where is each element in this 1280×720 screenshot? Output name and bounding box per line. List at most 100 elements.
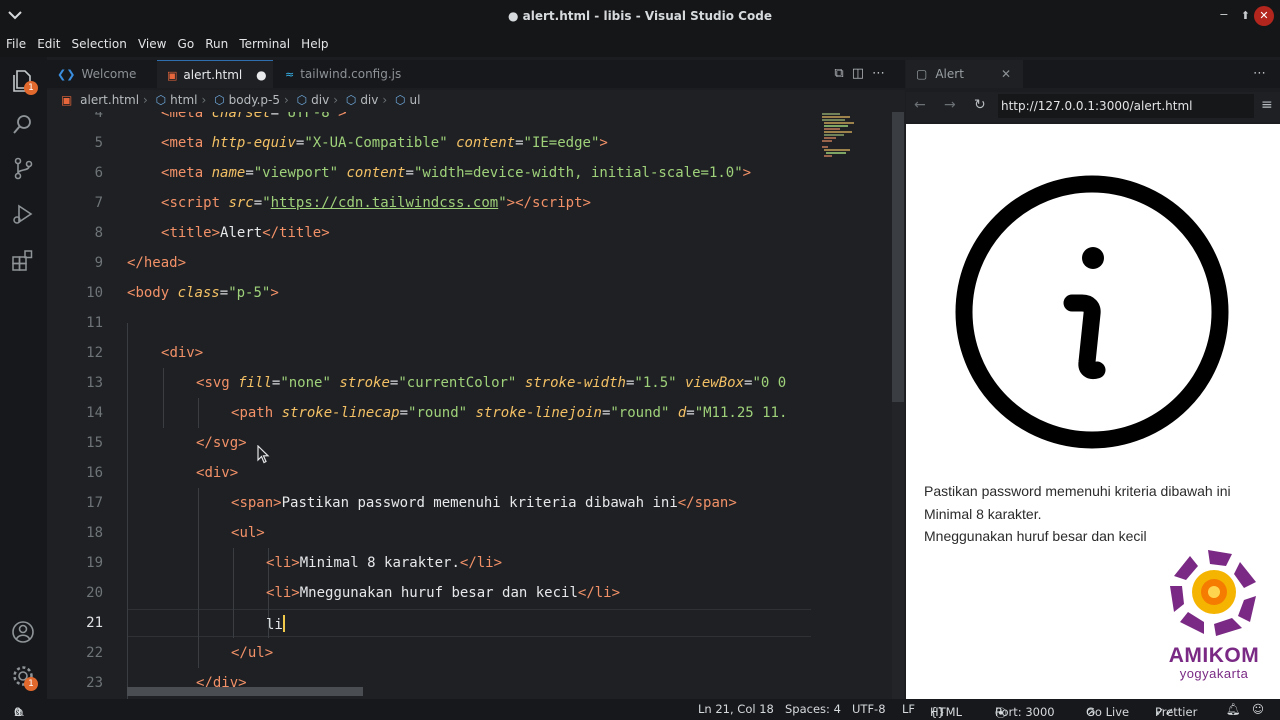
activity-bar: 1 1 bbox=[0, 57, 47, 699]
code-line: <meta http-equiv="X-UA-Compatible" conte… bbox=[161, 135, 608, 151]
information-circle-icon bbox=[955, 175, 1229, 449]
line-number: 17 bbox=[86, 495, 103, 511]
code-line: <script src="https://cdn.tailwindcss.com… bbox=[161, 195, 591, 211]
menu-run[interactable]: Run bbox=[199, 34, 228, 51]
notifications-icon[interactable]: 🔔︎ bbox=[1226, 702, 1241, 716]
line-ending[interactable]: LF bbox=[902, 702, 915, 716]
tab-alert-html[interactable]: ▣ alert.html ● bbox=[157, 60, 273, 88]
open-preview-icon[interactable]: ⧉ bbox=[834, 66, 851, 81]
menu-go[interactable]: Go bbox=[172, 34, 195, 51]
breadcrumb-html[interactable]: html bbox=[170, 93, 197, 107]
element-icon: ⬡ bbox=[395, 93, 406, 107]
account-icon[interactable] bbox=[10, 619, 36, 645]
line-number: 15 bbox=[86, 435, 103, 451]
encoding[interactable]: UTF-8 bbox=[852, 702, 886, 716]
minimap[interactable] bbox=[810, 112, 905, 699]
tab-tailwind-config[interactable]: ≈ tailwind.config.js bbox=[275, 60, 425, 88]
line-number: 7 bbox=[94, 195, 103, 211]
breadcrumb-div[interactable]: div bbox=[311, 93, 329, 107]
tailwind-icon: ≈ bbox=[285, 68, 295, 81]
minimize-button[interactable]: ‒ bbox=[1220, 7, 1228, 22]
vertical-scrollbar-thumb[interactable] bbox=[892, 112, 904, 402]
close-tab-icon[interactable]: ✕ bbox=[1001, 60, 1011, 88]
menu-view[interactable]: View bbox=[132, 34, 166, 51]
code-line: <div> bbox=[196, 465, 239, 481]
cursor-position[interactable]: Ln 21, Col 18 bbox=[698, 702, 774, 716]
element-icon: ⬡ bbox=[214, 93, 225, 107]
horizontal-scrollbar[interactable] bbox=[127, 687, 363, 696]
menu-file[interactable]: File bbox=[0, 34, 26, 51]
breadcrumb-file[interactable]: alert.html bbox=[80, 93, 139, 107]
tab-preview-alert[interactable]: ▢ Alert ✕ bbox=[906, 60, 1023, 88]
element-icon: ⬡ bbox=[345, 93, 357, 107]
logo-subtitle: yogyakarta bbox=[1179, 666, 1249, 681]
tab-welcome[interactable]: ❮❯ Welcome bbox=[47, 60, 155, 88]
logo-name: AMIKOM bbox=[1168, 644, 1260, 667]
preview-navigation: ← → ↻ http://127.0.0.1:3000/alert.html ≡ bbox=[906, 92, 1280, 122]
breadcrumb: ▣ alert.html › ⬡ html › ⬡ body.p-5 › ⬡ div › ⬡ d… bbox=[47, 90, 905, 112]
line-number: 9 bbox=[94, 255, 103, 271]
code-line: <span>Pastikan password memenuhi kriteri… bbox=[231, 495, 737, 511]
html-file-icon: ▣ bbox=[61, 93, 73, 107]
line-number: 8 bbox=[94, 225, 103, 241]
modified-dot-icon[interactable]: ● bbox=[256, 68, 266, 82]
preview-tabs: ▢ Alert ✕ ⋯ bbox=[906, 60, 1280, 88]
breadcrumb-body[interactable]: body.p-5 bbox=[229, 93, 280, 107]
menu-selection[interactable]: Selection bbox=[66, 34, 127, 51]
back-arrow-icon[interactable]: ← bbox=[914, 97, 926, 113]
editor-tabs: ❮❯ Welcome ▣ alert.html ● ≈ tailwind.config… bbox=[47, 60, 905, 88]
code-line: <body class="p-5"> bbox=[127, 285, 279, 301]
code-editor[interactable]: 4 5 6 7 8 9 10 11 12 13 14 15 16 17 18 1… bbox=[47, 112, 905, 699]
menu-icon[interactable]: ≡ bbox=[1261, 97, 1273, 113]
breadcrumb-ul[interactable]: ul bbox=[410, 93, 421, 107]
line-number: 14 bbox=[86, 405, 103, 421]
indentation[interactable]: Spaces: 4 bbox=[785, 702, 841, 716]
code-line: <svg fill="none" stroke="currentColor" s… bbox=[196, 375, 787, 391]
element-icon: ⬡ bbox=[296, 93, 308, 107]
search-icon[interactable] bbox=[10, 111, 36, 137]
menu-terminal[interactable]: Terminal bbox=[233, 34, 290, 51]
address-bar[interactable]: http://127.0.0.1:3000/alert.html bbox=[998, 94, 1254, 118]
amikom-emblem-icon bbox=[1170, 550, 1256, 636]
close-button[interactable]: ✕ bbox=[1254, 6, 1274, 26]
vscode-icon: ❮❯ bbox=[57, 68, 76, 81]
more-actions-icon[interactable]: ⋯ bbox=[872, 66, 893, 81]
source-control-icon[interactable] bbox=[10, 155, 36, 181]
line-number: 23 bbox=[86, 675, 103, 691]
explorer-badge: 1 bbox=[24, 81, 38, 95]
list-item: Mneggunakan huruf besar dan kecil bbox=[924, 528, 1147, 544]
code-line: </head> bbox=[127, 255, 187, 271]
reload-icon[interactable]: ↻ bbox=[974, 97, 986, 113]
line-number: 16 bbox=[86, 465, 103, 481]
extensions-icon[interactable] bbox=[10, 247, 36, 273]
account-feedback-icon[interactable]: ☺ bbox=[1252, 702, 1264, 716]
status-bar: ⊗ 0 ⚠ 0 Ln 21, Col 18 Spaces: 4 UTF-8 LF… bbox=[0, 699, 1280, 720]
editor-actions: ⧉◫⋯ bbox=[834, 66, 893, 81]
amikom-logo: AMIKOM yogyakarta bbox=[1158, 548, 1270, 688]
line-number: 18 bbox=[86, 525, 103, 541]
code-line: <meta charset="UTF-8"> bbox=[161, 112, 347, 121]
preview-more-icon[interactable]: ⋯ bbox=[1253, 66, 1266, 81]
title-bar: ● alert.html - libis - Visual Studio Cod… bbox=[0, 0, 1280, 33]
line-number: 6 bbox=[94, 165, 103, 181]
split-editor-icon[interactable]: ◫ bbox=[852, 66, 872, 81]
current-line-highlight bbox=[127, 609, 811, 637]
text-cursor bbox=[282, 615, 285, 632]
maximize-button[interactable]: ⬆ bbox=[1241, 9, 1250, 22]
code-line: <title>Alert</title> bbox=[161, 225, 330, 241]
alert-content: Pastikan password memenuhi kriteria diba… bbox=[924, 480, 1269, 548]
forward-arrow-icon[interactable]: → bbox=[944, 97, 956, 113]
line-number: 10 bbox=[86, 285, 103, 301]
run-debug-icon[interactable] bbox=[10, 201, 36, 227]
menu-edit[interactable]: Edit bbox=[31, 34, 60, 51]
menu-bar: File Edit Selection View Go Run Terminal… bbox=[0, 33, 1280, 57]
cdn-link[interactable]: https://cdn.tailwindcss.com bbox=[271, 195, 499, 211]
menu-help[interactable]: Help bbox=[295, 34, 328, 51]
breadcrumb-div-2[interactable]: div bbox=[360, 93, 378, 107]
browser-tab-icon: ▢ bbox=[916, 67, 928, 81]
code-line: </svg> bbox=[196, 435, 247, 451]
code-line: <meta name="viewport" content="width=dev… bbox=[161, 165, 752, 181]
line-number: 12 bbox=[86, 345, 103, 361]
line-number-current: 21 bbox=[86, 615, 103, 631]
line-number: 4 bbox=[94, 112, 103, 121]
